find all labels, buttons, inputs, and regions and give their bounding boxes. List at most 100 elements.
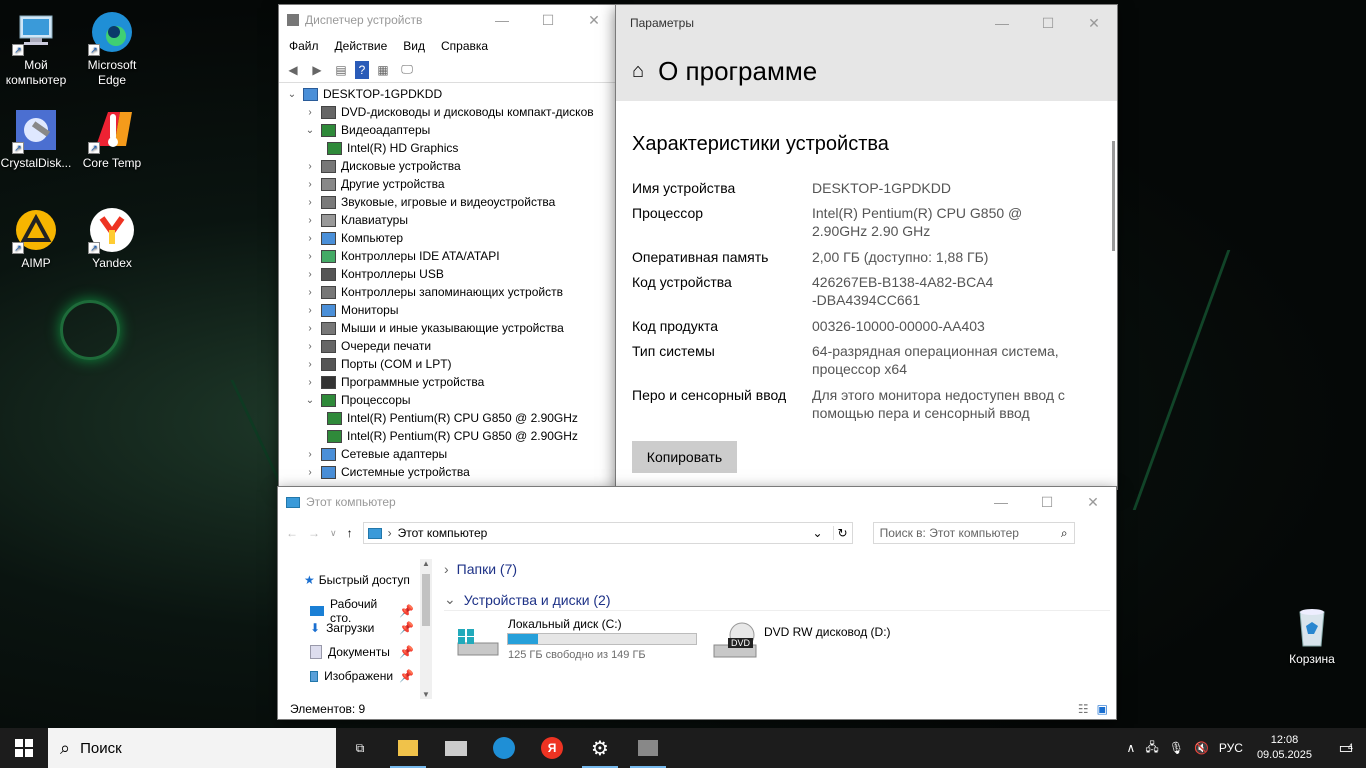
minimize-button[interactable]: —	[978, 487, 1024, 517]
explorer-titlebar[interactable]: Этот компьютер — ☐ ✕	[278, 487, 1116, 517]
collapse-chevron-icon[interactable]: ⌄	[303, 395, 317, 406]
close-button[interactable]: ✕	[571, 5, 617, 35]
desktop-icon-aimp[interactable]: ↗ AIMP	[0, 206, 72, 271]
task-view-button[interactable]: ⧉	[336, 728, 384, 768]
desktop-icon-crystaldisk[interactable]: ↗ CrystalDisk...	[0, 106, 72, 171]
close-button[interactable]: ✕	[1071, 8, 1117, 38]
menu-file[interactable]: Файл	[281, 39, 327, 53]
maximize-button[interactable]: ☐	[525, 5, 571, 35]
notification-center-button[interactable]: ▭ 4	[1326, 738, 1366, 758]
settings-titlebar[interactable]: Параметры — ☐ ✕	[616, 5, 1117, 41]
properties-icon[interactable]: ▤	[331, 61, 351, 79]
tree-category[interactable]: › Мониторы	[285, 301, 617, 319]
copy-button[interactable]: Копировать	[632, 441, 737, 473]
device-manager-titlebar[interactable]: Диспетчер устройств — ☐ ✕	[279, 5, 617, 35]
expand-chevron-icon[interactable]: ›	[303, 233, 317, 244]
tree-category[interactable]: › Программные устройства	[285, 373, 617, 391]
expand-chevron-icon[interactable]: ›	[303, 161, 317, 172]
tree-category[interactable]: › Контроллеры USB	[285, 265, 617, 283]
scroll-up-icon[interactable]: ▲	[420, 559, 432, 568]
large-icons-view-icon[interactable]: ▣	[1097, 702, 1108, 716]
expand-chevron-icon[interactable]: ›	[303, 449, 317, 460]
drive-c[interactable]: Локальный диск (C:) 125 ГБ свободно из 1…	[456, 617, 706, 665]
nav-scrollbar[interactable]: ▲ ▼	[420, 559, 432, 699]
collapse-chevron-icon[interactable]: ⌄	[285, 89, 299, 100]
speaker-muted-icon[interactable]: 🔇	[1194, 741, 1209, 755]
microphone-icon[interactable]: 🎙	[1169, 741, 1184, 755]
maximize-button[interactable]: ☐	[1025, 8, 1071, 38]
expand-chevron-icon[interactable]: ›	[303, 179, 317, 190]
tree-category[interactable]: › Сетевые адаптеры	[285, 445, 617, 463]
desktop-icon-my-computer[interactable]: ↗ Мой компьютер	[0, 8, 72, 88]
language-indicator[interactable]: РУС	[1219, 741, 1243, 755]
home-icon[interactable]: ⌂	[632, 60, 644, 83]
expand-chevron-icon[interactable]: ›	[303, 287, 317, 298]
forward-arrow-icon[interactable]: ▶	[307, 61, 327, 79]
maximize-button[interactable]: ☐	[1024, 487, 1070, 517]
taskbar-file-explorer[interactable]	[384, 728, 432, 768]
nav-item-quick-access[interactable]: ★ Быстрый доступ	[304, 573, 410, 587]
group-folders[interactable]: › Папки (7)	[444, 561, 517, 577]
up-arrow-icon[interactable]: ↑	[347, 526, 353, 540]
taskbar-search[interactable]: ⌕ Поиск	[48, 728, 336, 768]
taskbar-mail[interactable]	[432, 728, 480, 768]
collapse-chevron-icon[interactable]: ⌄	[303, 125, 317, 136]
tree-category[interactable]: › Контроллеры IDE ATA/ATAPI	[285, 247, 617, 265]
close-button[interactable]: ✕	[1070, 487, 1116, 517]
tree-device-item[interactable]: Intel(R) Pentium(R) CPU G850 @ 2.90GHz	[285, 409, 617, 427]
forward-arrow-icon[interactable]: →	[308, 526, 320, 540]
back-arrow-icon[interactable]: ←	[286, 526, 298, 540]
chevron-down-icon[interactable]: ⌄	[808, 526, 826, 540]
nav-item-downloads[interactable]: ⬇ Загрузки 📌	[310, 621, 414, 635]
tree-category[interactable]: › Очереди печати	[285, 337, 617, 355]
taskbar-settings[interactable]: ⚙	[576, 728, 624, 768]
taskbar-device-manager[interactable]	[624, 728, 672, 768]
nav-item-documents[interactable]: Документы 📌	[310, 645, 414, 659]
expand-chevron-icon[interactable]: ›	[303, 359, 317, 370]
minimize-button[interactable]: —	[979, 8, 1025, 38]
update-driver-icon[interactable]: ▦	[373, 61, 393, 79]
tree-root[interactable]: ⌄ DESKTOP-1GPDKDD	[285, 85, 617, 103]
pin-icon[interactable]: 📌	[399, 604, 414, 618]
details-view-icon[interactable]: ☷	[1078, 702, 1089, 716]
scroll-thumb[interactable]	[422, 574, 430, 626]
group-devices[interactable]: ⌄ Устройства и диски (2)	[444, 591, 1110, 611]
expand-chevron-icon[interactable]: ›	[303, 323, 317, 334]
show-hidden-icons-icon[interactable]: ∧	[1127, 741, 1136, 755]
desktop-icon-edge[interactable]: ↗ Microsoft Edge	[76, 8, 148, 88]
desktop-icon-recycle-bin[interactable]: Корзина	[1276, 602, 1348, 667]
start-button[interactable]	[0, 728, 48, 768]
nav-item-pictures[interactable]: Изображени 📌	[310, 669, 414, 683]
tree-category[interactable]: › Звуковые, игровые и видеоустройства	[285, 193, 617, 211]
tree-category[interactable]: › Системные устройства	[285, 463, 617, 481]
tree-category[interactable]: › DVD-дисководы и дисководы компакт-диско…	[285, 103, 617, 121]
taskbar-yandex[interactable]: Я	[528, 728, 576, 768]
clock[interactable]: 12:08 09.05.2025	[1257, 733, 1312, 763]
tree-category[interactable]: › Порты (COM и LPT)	[285, 355, 617, 373]
chevron-down-icon[interactable]: ∨	[330, 528, 337, 539]
desktop-icon-coretemp[interactable]: ↗ Core Temp	[76, 106, 148, 171]
tree-category[interactable]: › Контроллеры запоминающих устройств	[285, 283, 617, 301]
expand-chevron-icon[interactable]: ›	[303, 251, 317, 262]
expand-chevron-icon[interactable]: ›	[303, 377, 317, 388]
expand-chevron-icon[interactable]: ›	[303, 215, 317, 226]
refresh-icon[interactable]: ↻	[832, 526, 852, 540]
tree-category[interactable]: › Другие устройства	[285, 175, 617, 193]
tree-category[interactable]: › Компьютер	[285, 229, 617, 247]
menu-action[interactable]: Действие	[327, 39, 396, 53]
expand-chevron-icon[interactable]: ›	[303, 467, 317, 478]
menu-help[interactable]: Справка	[433, 39, 496, 53]
address-bar[interactable]: › Этот компьютер ⌄ ↻	[362, 522, 853, 544]
tree-category[interactable]: ⌄ Процессоры	[285, 391, 617, 409]
scrollbar[interactable]	[1112, 141, 1115, 251]
tree-device-item[interactable]: Intel(R) Pentium(R) CPU G850 @ 2.90GHz	[285, 427, 617, 445]
desktop-icon-yandex[interactable]: ↗ Yandex	[76, 206, 148, 271]
pin-icon[interactable]: 📌	[399, 645, 414, 659]
pin-icon[interactable]: 📌	[399, 621, 414, 635]
back-arrow-icon[interactable]: ◀	[283, 61, 303, 79]
expand-chevron-icon[interactable]: ›	[303, 341, 317, 352]
expand-chevron-icon[interactable]: ›	[303, 269, 317, 280]
minimize-button[interactable]: —	[479, 5, 525, 35]
search-box[interactable]: Поиск в: Этот компьютер ⌕	[872, 522, 1075, 544]
scroll-down-icon[interactable]: ▼	[420, 690, 432, 699]
